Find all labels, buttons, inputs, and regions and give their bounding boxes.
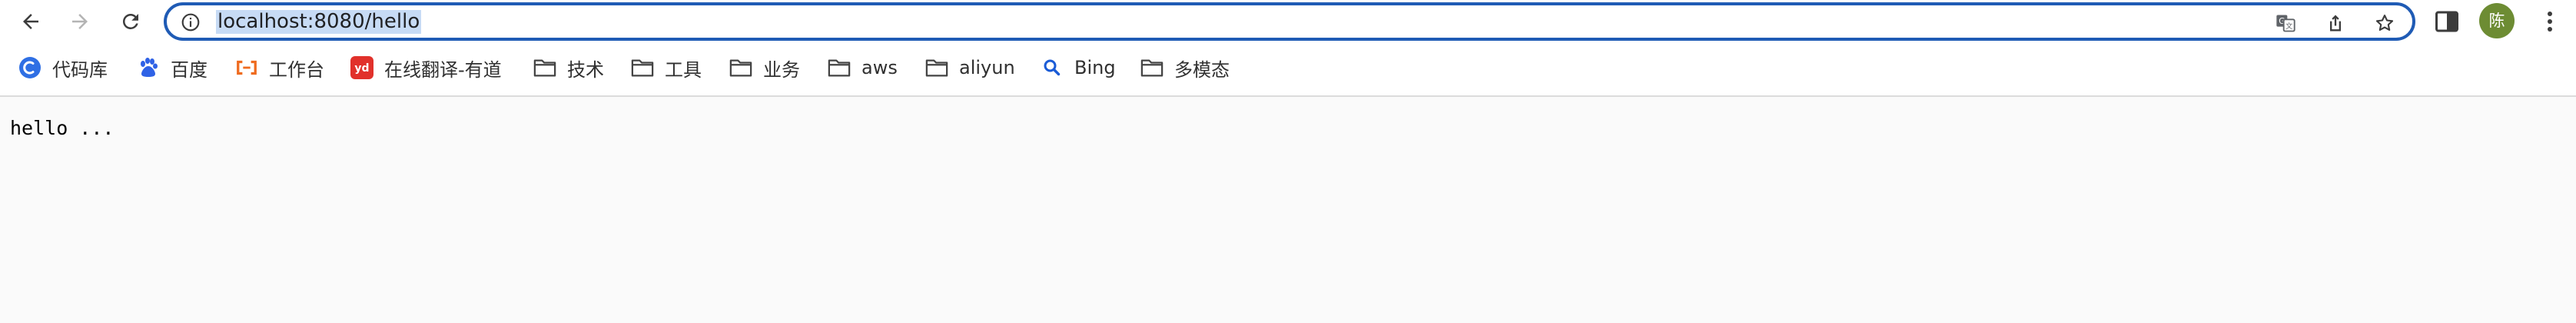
bookmark-baidu[interactable]: 百度 bbox=[131, 52, 214, 83]
url-text[interactable]: localhost:8080/hello bbox=[216, 10, 422, 34]
youdao-icon: yd bbox=[350, 56, 373, 79]
folder-icon bbox=[533, 56, 556, 79]
folder-icon bbox=[631, 56, 654, 79]
bookmark-folder-tools[interactable]: 工具 bbox=[625, 52, 708, 83]
folder-icon bbox=[729, 56, 752, 79]
reload-icon bbox=[122, 13, 138, 29]
svg-text:yd: yd bbox=[354, 62, 369, 75]
bookmark-label: 业务 bbox=[763, 58, 800, 81]
bookmark-bing[interactable]: Bing bbox=[1034, 52, 1122, 83]
bookmark-label: aws bbox=[861, 57, 898, 78]
more-vertical-icon bbox=[2548, 12, 2552, 32]
bookmark-code-repo[interactable]: 代码库 bbox=[12, 52, 114, 83]
bookmark-workbench[interactable]: 工作台 bbox=[229, 52, 330, 83]
search-icon bbox=[1041, 56, 1064, 79]
code-repo-icon bbox=[18, 56, 41, 79]
arrow-left-icon bbox=[23, 14, 38, 29]
bookmark-folder-business[interactable]: 业务 bbox=[723, 52, 806, 83]
profile-avatar[interactable]: 陈 bbox=[2479, 3, 2515, 38]
folder-icon bbox=[925, 56, 948, 79]
share-icon[interactable] bbox=[2325, 12, 2346, 34]
bookmark-label: aliyun bbox=[959, 57, 1015, 78]
bookmark-star-icon[interactable] bbox=[2374, 12, 2395, 34]
folder-icon bbox=[828, 56, 851, 79]
workbench-icon bbox=[235, 56, 258, 79]
bookmark-label: Bing bbox=[1074, 57, 1116, 78]
svg-text:文: 文 bbox=[2286, 22, 2292, 31]
bookmark-label: 在线翻译-有道 bbox=[384, 58, 502, 81]
site-info-icon[interactable] bbox=[181, 12, 201, 32]
bookmark-label: 技术 bbox=[567, 58, 604, 81]
address-bar[interactable]: localhost:8080/hello G 文 bbox=[164, 2, 2415, 41]
folder-icon bbox=[1140, 56, 1164, 79]
arrow-right-icon bbox=[72, 14, 88, 29]
baidu-icon bbox=[137, 56, 160, 79]
bookmark-folder-aws[interactable]: aws bbox=[822, 52, 904, 83]
page-body-text: hello ... bbox=[10, 117, 115, 139]
reload-button[interactable] bbox=[114, 5, 148, 38]
bookmark-folder-aliyun[interactable]: aliyun bbox=[919, 52, 1021, 83]
bookmark-label: 代码库 bbox=[52, 58, 108, 81]
browser-toolbar: localhost:8080/hello G 文 陈 bbox=[0, 0, 2576, 43]
bookmarks-bar: 代码库 百度 工作台 yd 在线翻译-有道 技术 工具 业务 aws aliyu… bbox=[0, 43, 2576, 97]
bookmark-label: 百度 bbox=[171, 58, 207, 81]
browser-menu-button[interactable] bbox=[2536, 5, 2564, 38]
back-button[interactable] bbox=[14, 5, 48, 38]
bookmark-label: 工具 bbox=[665, 58, 702, 81]
forward-button[interactable] bbox=[63, 5, 97, 38]
translate-icon[interactable]: G 文 bbox=[2275, 12, 2296, 34]
side-panel-icon[interactable] bbox=[2433, 8, 2461, 35]
bookmark-folder-tech[interactable]: 技术 bbox=[527, 52, 610, 83]
bookmark-folder-multimodal[interactable]: 多模态 bbox=[1134, 52, 1236, 83]
bookmark-label: 工作台 bbox=[269, 58, 324, 81]
bookmark-youdao[interactable]: yd 在线翻译-有道 bbox=[344, 52, 508, 83]
bookmark-label: 多模态 bbox=[1174, 58, 1230, 81]
page-content: hello ... bbox=[0, 98, 2576, 323]
